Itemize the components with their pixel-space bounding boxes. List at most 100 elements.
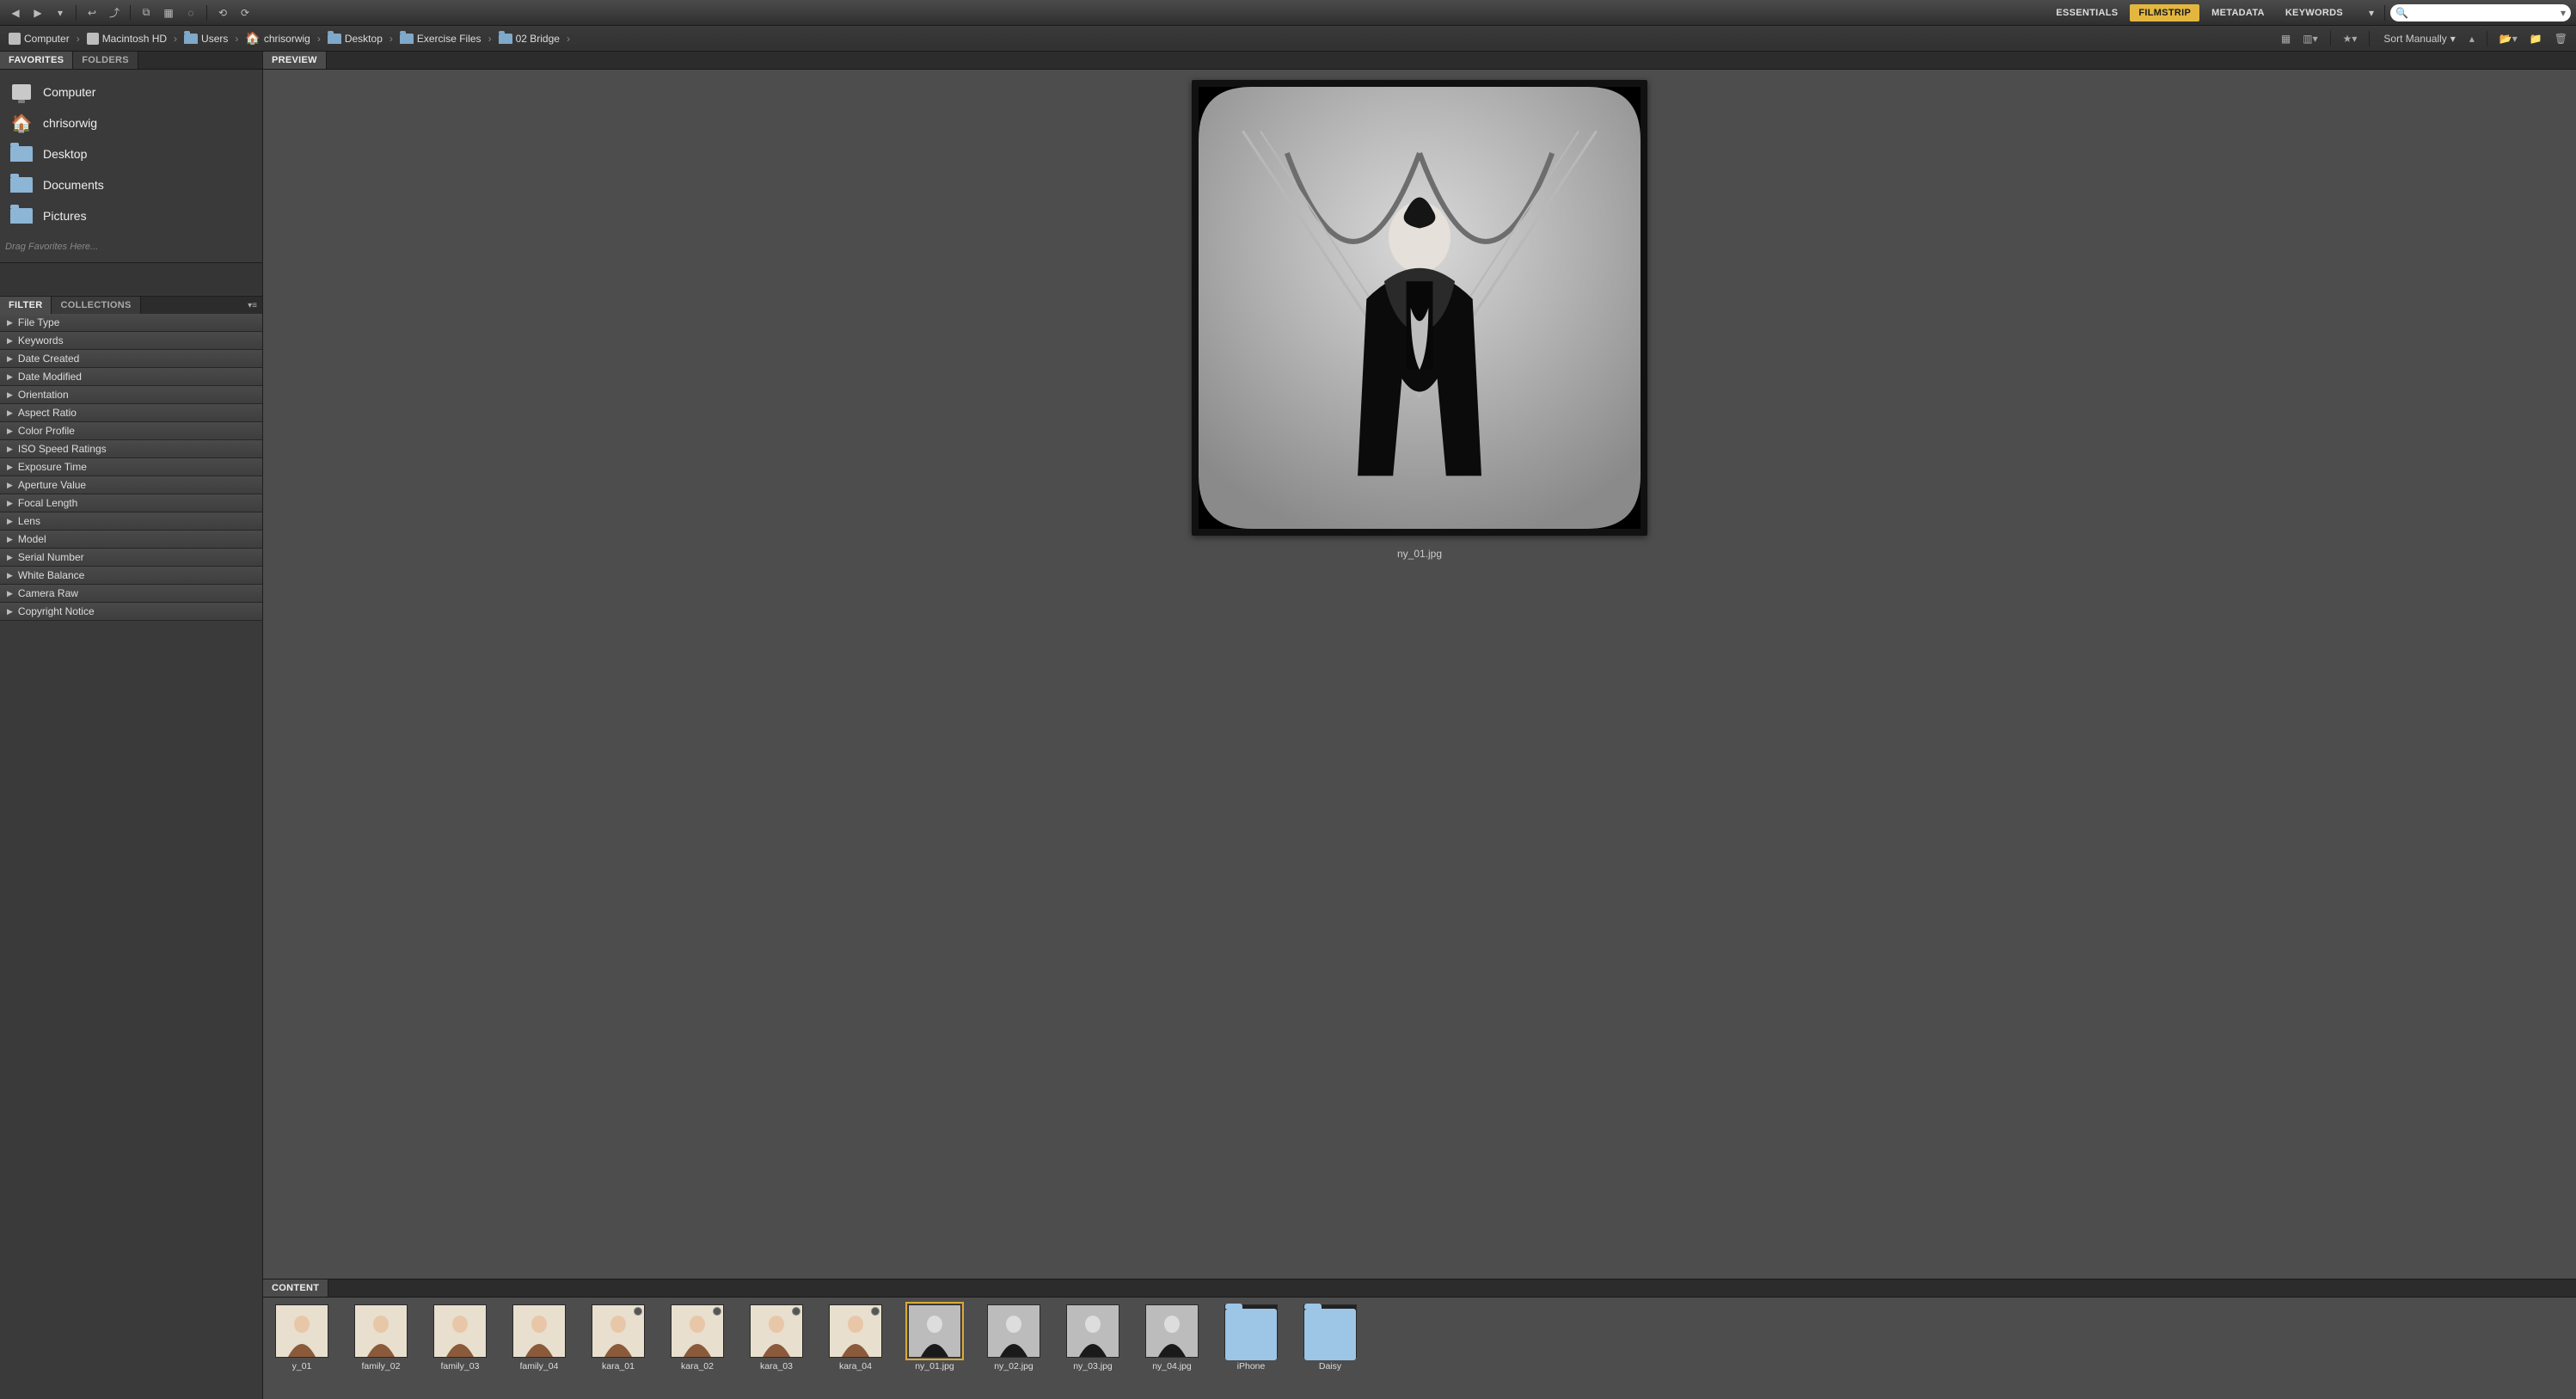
thumb-family-02[interactable]: family_02 <box>349 1304 413 1371</box>
preview-image[interactable] <box>1192 80 1647 536</box>
thumb-kara-03[interactable]: kara_03 <box>745 1304 808 1371</box>
filter-white-balance[interactable]: ▶White Balance <box>0 567 262 585</box>
favorite-computer[interactable]: Computer <box>5 77 257 107</box>
chevron-right-icon[interactable]: › <box>73 33 83 45</box>
filter-file-type[interactable]: ▶File Type <box>0 314 262 332</box>
thumb-kara-02[interactable]: kara_02 <box>665 1304 729 1371</box>
chevron-right-icon[interactable]: › <box>314 33 324 45</box>
new-folder-icon[interactable]: 📁 <box>2526 31 2546 46</box>
tab-favorites[interactable]: FAVORITES <box>0 52 73 69</box>
tab-preview[interactable]: PREVIEW <box>263 52 327 69</box>
chevron-right-icon[interactable]: › <box>231 33 242 45</box>
thumb-daisy[interactable]: Daisy <box>1298 1304 1362 1371</box>
tab-filter[interactable]: FILTER <box>0 297 52 314</box>
thumbnail-view-icon[interactable]: ▦ <box>2278 31 2294 46</box>
filter-color-profile[interactable]: ▶Color Profile <box>0 422 262 440</box>
crumb-macintosh-hd[interactable]: Macintosh HD <box>83 31 170 46</box>
chevron-right-icon[interactable]: › <box>485 33 495 45</box>
workspace-metadata[interactable]: METADATA <box>2203 4 2273 21</box>
workspace-dropdown-icon[interactable]: ▾ <box>2364 7 2379 19</box>
reveal-icon[interactable]: ⤴︎ <box>104 3 125 22</box>
thumb-kara-01[interactable]: kara_01 <box>586 1304 650 1371</box>
star-filter-icon[interactable]: ★▾ <box>2340 31 2361 46</box>
filter-label: Serial Number <box>18 551 84 563</box>
workspace-essentials[interactable]: ESSENTIALS <box>2047 4 2126 21</box>
rotate-cw-icon[interactable]: ⟳ <box>235 3 255 22</box>
thumb-y-01[interactable]: y_01 <box>270 1304 334 1371</box>
thumb-family-04[interactable]: family_04 <box>507 1304 571 1371</box>
filter-aspect-ratio[interactable]: ▶Aspect Ratio <box>0 404 262 422</box>
favorite-desktop[interactable]: Desktop <box>5 138 257 169</box>
filter-copyright-notice[interactable]: ▶Copyright Notice <box>0 603 262 621</box>
filter-camera-raw[interactable]: ▶Camera Raw <box>0 585 262 603</box>
filter-iso-speed-ratings[interactable]: ▶ISO Speed Ratings <box>0 440 262 458</box>
tab-collections[interactable]: COLLECTIONS <box>52 297 140 314</box>
filter-focal-length[interactable]: ▶Focal Length <box>0 494 262 512</box>
triangle-right-icon: ▶ <box>7 390 13 400</box>
top-toolbar: ◀ ▶ ▾ ↩︎ ⤴︎ ⧉ ▦ ◌ ⟲ ⟳ ESSENTIALSFILMSTRI… <box>0 0 2576 26</box>
filter-label: File Type <box>18 316 59 328</box>
filter-label: Orientation <box>18 389 69 401</box>
thumb-iphone[interactable]: iPhone <box>1219 1304 1283 1371</box>
tab-content[interactable]: CONTENT <box>263 1279 328 1297</box>
thumb-ny-04-jpg[interactable]: ny_04.jpg <box>1140 1304 1204 1371</box>
sort-button[interactable]: Sort Manually ▾ <box>2378 31 2460 46</box>
filter-aperture-value[interactable]: ▶Aperture Value <box>0 476 262 494</box>
view-options-icon[interactable]: ▥▾ <box>2299 31 2321 46</box>
crumb-label: Exercise Files <box>417 33 481 45</box>
favorite-pictures[interactable]: Pictures <box>5 200 257 231</box>
panel-menu-icon[interactable]: ▾≡ <box>248 301 262 310</box>
computer-icon <box>12 84 31 100</box>
crumb-computer[interactable]: Computer <box>5 31 73 46</box>
search-input[interactable]: 🔍 ▾ <box>2390 4 2571 21</box>
filter-serial-number[interactable]: ▶Serial Number <box>0 549 262 567</box>
crumb-users[interactable]: Users <box>181 31 231 46</box>
filter-lens[interactable]: ▶Lens <box>0 512 262 531</box>
back-icon[interactable]: ◀ <box>5 3 26 22</box>
filter-exposure-time[interactable]: ▶Exposure Time <box>0 458 262 476</box>
filter-model[interactable]: ▶Model <box>0 531 262 549</box>
thumb-ny-03-jpg[interactable]: ny_03.jpg <box>1061 1304 1125 1371</box>
triangle-right-icon: ▶ <box>7 408 13 418</box>
forward-icon[interactable]: ▶ <box>28 3 48 22</box>
open-folder-icon[interactable]: 📂▾ <box>2496 31 2521 46</box>
search-menu-icon[interactable]: ▾ <box>2561 7 2566 19</box>
crumb-02-bridge[interactable]: 02 Bridge <box>495 31 563 46</box>
thumb-label: ny_01.jpg <box>915 1361 954 1371</box>
folder-icon <box>10 177 33 193</box>
thumb-ny-01-jpg[interactable]: ny_01.jpg <box>903 1304 966 1371</box>
thumb-kara-04[interactable]: kara_04 <box>824 1304 887 1371</box>
sort-label: Sort Manually <box>2383 33 2446 45</box>
sort-asc-icon[interactable]: ▴ <box>2466 31 2478 46</box>
workspace-filmstrip[interactable]: FILMSTRIP <box>2130 4 2199 21</box>
crumb-chrisorwig[interactable]: 🏠chrisorwig <box>242 29 313 47</box>
favorite-chrisorwig[interactable]: 🏠chrisorwig <box>5 107 257 138</box>
camera-icon[interactable]: ⧉ <box>136 3 156 22</box>
favorite-documents[interactable]: Documents <box>5 169 257 200</box>
tab-folders[interactable]: FOLDERS <box>73 52 138 69</box>
chevron-right-icon[interactable]: › <box>563 33 573 45</box>
photoshop-icon[interactable]: ▦ <box>158 3 179 22</box>
content-strip[interactable]: y_01 family_02 family_03 family_04 kara_… <box>263 1298 2576 1399</box>
crumb-exercise-files[interactable]: Exercise Files <box>396 31 485 46</box>
thumb-ny-02-jpg[interactable]: ny_02.jpg <box>982 1304 1046 1371</box>
history-dropdown-icon[interactable]: ▾ <box>50 3 71 22</box>
filter-date-modified[interactable]: ▶Date Modified <box>0 368 262 386</box>
filter-orientation[interactable]: ▶ Orientation <box>0 386 262 404</box>
filter-label: Aperture Value <box>18 479 86 491</box>
chevron-right-icon[interactable]: › <box>386 33 396 45</box>
refine-icon[interactable]: ◌ <box>181 3 201 22</box>
filter-label: Color Profile <box>18 425 75 437</box>
trash-icon[interactable]: 🗑 <box>2551 31 2571 46</box>
favorite-label: Pictures <box>43 209 87 223</box>
filter-keywords[interactable]: ▶Keywords <box>0 332 262 350</box>
rotate-ccw-icon[interactable]: ⟲ <box>212 3 233 22</box>
thumb-family-03[interactable]: family_03 <box>428 1304 492 1371</box>
thumbnail-image <box>750 1304 803 1358</box>
chevron-right-icon[interactable]: › <box>170 33 181 45</box>
filter-date-created[interactable]: ▶Date Created <box>0 350 262 368</box>
workspace-keywords[interactable]: KEYWORDS <box>2277 4 2352 21</box>
crumb-desktop[interactable]: Desktop <box>324 31 386 46</box>
boomerang-icon[interactable]: ↩︎ <box>82 3 102 22</box>
search-field[interactable] <box>2412 8 2561 18</box>
